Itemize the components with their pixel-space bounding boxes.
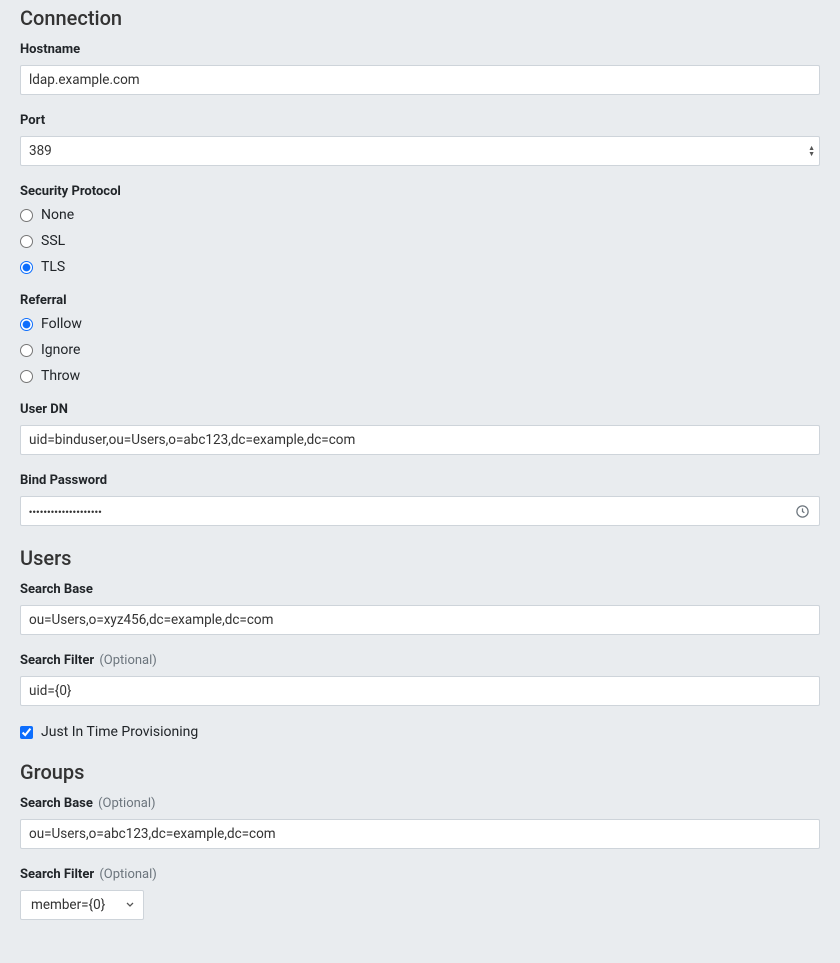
optional-tag: (Optional): [99, 653, 156, 668]
referral-label: Referral: [20, 293, 820, 308]
users-search-filter-label: Search Filter (Optional): [20, 653, 820, 668]
jit-checkbox[interactable]: [20, 726, 33, 739]
field-port: Port ▲▼: [20, 113, 820, 166]
section-title-users: Users: [20, 546, 820, 570]
radio-item-ssl[interactable]: SSL: [20, 233, 820, 249]
radio-none-label: None: [41, 207, 74, 223]
radio-tls[interactable]: [20, 261, 33, 274]
groups-search-filter-select[interactable]: member={0}: [20, 890, 144, 920]
bind-password-mask: ••••••••••••••••••••: [21, 497, 819, 527]
radio-ssl[interactable]: [20, 235, 33, 248]
bind-password-label: Bind Password: [20, 473, 820, 488]
groups-search-filter-label: Search Filter (Optional): [20, 867, 820, 882]
radio-item-throw[interactable]: Throw: [20, 368, 820, 384]
radio-ignore[interactable]: [20, 344, 33, 357]
radio-item-follow[interactable]: Follow: [20, 316, 820, 332]
radio-ssl-label: SSL: [41, 233, 65, 249]
security-protocol-label: Security Protocol: [20, 184, 820, 199]
radio-item-none[interactable]: None: [20, 207, 820, 223]
hostname-label: Hostname: [20, 42, 820, 57]
field-groups-search-base: Search Base (Optional): [20, 796, 820, 849]
password-manager-icon: [794, 503, 810, 519]
field-user-dn: User DN: [20, 402, 820, 455]
field-users-search-base: Search Base: [20, 582, 820, 635]
jit-label: Just In Time Provisioning: [41, 724, 198, 740]
radio-throw[interactable]: [20, 370, 33, 383]
field-hostname: Hostname: [20, 42, 820, 95]
port-input[interactable]: [20, 136, 820, 166]
radio-tls-label: TLS: [41, 259, 65, 275]
field-groups-search-filter: Search Filter (Optional) member={0}: [20, 867, 820, 920]
field-referral: Referral Follow Ignore Throw: [20, 293, 820, 384]
radio-follow[interactable]: [20, 318, 33, 331]
radio-item-tls[interactable]: TLS: [20, 259, 820, 275]
field-users-search-filter: Search Filter (Optional): [20, 653, 820, 706]
radio-follow-label: Follow: [41, 316, 82, 332]
jit-checkbox-item[interactable]: Just In Time Provisioning: [20, 724, 820, 740]
port-label: Port: [20, 113, 820, 128]
users-search-filter-input[interactable]: [20, 676, 820, 706]
bind-password-input[interactable]: ••••••••••••••••••••: [20, 496, 820, 526]
hostname-input[interactable]: [20, 65, 820, 95]
radio-item-ignore[interactable]: Ignore: [20, 342, 820, 358]
radio-none[interactable]: [20, 209, 33, 222]
radio-ignore-label: Ignore: [41, 342, 80, 358]
section-title-groups: Groups: [20, 760, 820, 784]
groups-search-base-input[interactable]: [20, 819, 820, 849]
users-search-base-input[interactable]: [20, 605, 820, 635]
user-dn-input[interactable]: [20, 425, 820, 455]
optional-tag: (Optional): [99, 867, 156, 882]
groups-search-base-label: Search Base (Optional): [20, 796, 820, 811]
users-search-base-label: Search Base: [20, 582, 820, 597]
user-dn-label: User DN: [20, 402, 820, 417]
field-bind-password: Bind Password ••••••••••••••••••••: [20, 473, 820, 526]
field-security-protocol: Security Protocol None SSL TLS: [20, 184, 820, 275]
section-title-connection: Connection: [20, 6, 820, 30]
optional-tag: (Optional): [98, 796, 155, 811]
radio-throw-label: Throw: [41, 368, 80, 384]
